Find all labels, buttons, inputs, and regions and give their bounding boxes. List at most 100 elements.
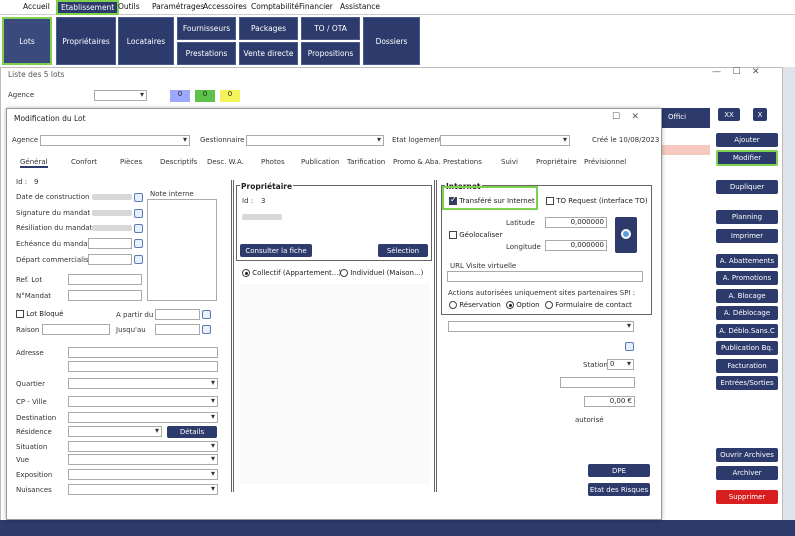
xx-button[interactable]: XX bbox=[718, 108, 740, 121]
tab-photos[interactable]: Photos bbox=[261, 158, 285, 166]
tab-tarification[interactable]: Tarification bbox=[347, 158, 385, 166]
calendar-icon[interactable] bbox=[134, 255, 143, 264]
calendar-icon[interactable] bbox=[202, 310, 211, 319]
longitude-input[interactable]: 0,000000 bbox=[545, 240, 607, 251]
menu-comptabilite[interactable]: Comptabilité bbox=[251, 2, 299, 11]
gestionnaire-select[interactable] bbox=[246, 135, 384, 146]
selected-row[interactable] bbox=[662, 145, 710, 155]
deblo-sans-button[interactable]: A. Déblo.Sans.C bbox=[716, 324, 778, 338]
collectif-radio[interactable]: Collectif (Appartement...) bbox=[242, 269, 341, 277]
tab-promo[interactable]: Promo & Aba. bbox=[393, 158, 441, 166]
situation-select[interactable] bbox=[68, 441, 218, 452]
tab-confort[interactable]: Confort bbox=[71, 158, 97, 166]
quartier-select[interactable] bbox=[68, 378, 218, 389]
publication-button[interactable]: Publication Bq. bbox=[716, 341, 778, 355]
deblocage-button[interactable]: A. Déblocage bbox=[716, 306, 778, 320]
nav-to-ota[interactable]: TO / OTA bbox=[301, 17, 360, 40]
menu-accessoires[interactable]: Accessoires bbox=[203, 2, 247, 11]
raison-input[interactable] bbox=[42, 324, 110, 335]
modifier-button[interactable]: Modifier bbox=[716, 150, 778, 166]
reservation-radio[interactable]: Réservation bbox=[449, 301, 501, 309]
nav-dossiers[interactable]: Dossiers bbox=[363, 17, 420, 65]
tab-proprietaire[interactable]: Propriétaire bbox=[536, 158, 577, 166]
selection-button[interactable]: Sélection bbox=[378, 244, 428, 257]
nav-fournisseurs[interactable]: Fournisseurs bbox=[177, 17, 236, 40]
nav-vente-directe[interactable]: Vente directe bbox=[239, 42, 298, 65]
x-button[interactable]: X bbox=[753, 108, 767, 121]
calendar-icon[interactable] bbox=[134, 239, 143, 248]
adresse-input-1[interactable] bbox=[68, 347, 218, 358]
calendar-icon[interactable] bbox=[134, 193, 143, 202]
dupliquer-button[interactable]: Dupliquer bbox=[716, 180, 778, 194]
imprimer-button[interactable]: Imprimer bbox=[716, 229, 778, 243]
a-partir-du-input[interactable] bbox=[155, 309, 200, 320]
calendar-icon[interactable] bbox=[625, 342, 634, 351]
adresse-input-2[interactable] bbox=[68, 361, 218, 372]
menu-assistance[interactable]: Assistance bbox=[340, 2, 380, 11]
to-request-checkbox[interactable]: TO Request (interface TO) bbox=[546, 197, 648, 205]
modal-controls[interactable]: ☐ ✕ bbox=[612, 112, 639, 122]
abattements-button[interactable]: A. Abattements bbox=[716, 254, 778, 268]
tab-suivi[interactable]: Suivi bbox=[501, 158, 518, 166]
n-mandat-input[interactable] bbox=[68, 290, 142, 301]
consulter-fiche-button[interactable]: Consulter la fiche bbox=[240, 244, 312, 257]
exposition-select[interactable] bbox=[68, 469, 218, 480]
calendar-icon[interactable] bbox=[134, 209, 143, 218]
tab-publication[interactable]: Publication bbox=[301, 158, 339, 166]
tab-previsionnel[interactable]: Prévisionnel bbox=[584, 158, 626, 166]
destination-select[interactable] bbox=[68, 412, 218, 423]
calendar-icon[interactable] bbox=[134, 224, 143, 233]
lot-bloque-checkbox[interactable]: Lot Bloqué bbox=[16, 310, 63, 318]
depart-commercialis-input[interactable] bbox=[88, 254, 132, 265]
transfere-internet-checkbox[interactable]: Transféré sur Internet bbox=[449, 195, 535, 205]
facturation-button[interactable]: Facturation bbox=[716, 359, 778, 373]
option-radio[interactable]: Option bbox=[506, 301, 540, 309]
etat-risques-button[interactable]: Etat des Risques bbox=[588, 483, 650, 496]
entrees-sorties-button[interactable]: Entrées/Sorties bbox=[716, 376, 778, 390]
agence-select[interactable] bbox=[40, 135, 190, 146]
tab-desc-wa[interactable]: Desc. W.A. bbox=[207, 158, 244, 166]
nav-lots[interactable]: Lots bbox=[2, 17, 52, 65]
supprimer-button[interactable]: Supprimer bbox=[716, 490, 778, 504]
url-visite-input[interactable] bbox=[447, 271, 643, 282]
right-input[interactable] bbox=[560, 377, 635, 388]
amount-input[interactable]: 0,00 € bbox=[584, 396, 635, 407]
nav-proprietaires[interactable]: Propriétaires bbox=[56, 17, 116, 65]
ref-lot-input[interactable] bbox=[68, 274, 142, 285]
ajouter-button[interactable]: Ajouter bbox=[716, 133, 778, 147]
dpe-button[interactable]: DPE bbox=[588, 464, 650, 477]
jusquau-input[interactable] bbox=[155, 324, 200, 335]
menu-etablissement[interactable]: Etablissement bbox=[56, 0, 120, 15]
menu-parametrages[interactable]: Paramétrages bbox=[152, 2, 204, 11]
nuisances-select[interactable] bbox=[68, 484, 218, 495]
ouvrir-archives-button[interactable]: Ouvrir Archives bbox=[716, 448, 778, 462]
map-pin-icon[interactable] bbox=[615, 217, 637, 253]
vue-select[interactable] bbox=[68, 454, 218, 465]
planning-button[interactable]: Planning bbox=[716, 210, 778, 224]
echeance-mandat-input[interactable] bbox=[88, 238, 132, 249]
tab-prestations[interactable]: Prestations bbox=[443, 158, 482, 166]
note-interne-textarea[interactable] bbox=[147, 199, 217, 301]
formulaire-radio[interactable]: Formulaire de contact bbox=[545, 301, 632, 309]
cp-ville-select[interactable] bbox=[68, 396, 218, 407]
nav-propositions[interactable]: Propositions bbox=[301, 42, 360, 65]
residence-select[interactable] bbox=[68, 426, 162, 437]
tab-general[interactable]: Général bbox=[20, 158, 48, 168]
nav-locataires[interactable]: Locataires bbox=[118, 17, 174, 65]
details-button[interactable]: Détails bbox=[167, 426, 217, 438]
list-agence-select[interactable] bbox=[94, 90, 147, 101]
archiver-button[interactable]: Archiver bbox=[716, 466, 778, 480]
latitude-input[interactable]: 0,000000 bbox=[545, 217, 607, 228]
window-controls[interactable]: — ☐ ✕ bbox=[712, 67, 760, 77]
nav-packages[interactable]: Packages bbox=[239, 17, 298, 40]
individuel-radio[interactable]: Individuel (Maison...) bbox=[340, 269, 423, 277]
menu-financier[interactable]: Financier bbox=[299, 2, 333, 11]
offici-column[interactable]: Offici bbox=[660, 108, 710, 128]
tab-pieces[interactable]: Pièces bbox=[120, 158, 142, 166]
tab-descriptifs[interactable]: Descriptifs bbox=[160, 158, 197, 166]
calendar-icon[interactable] bbox=[202, 325, 211, 334]
station-select[interactable]: 0 bbox=[607, 359, 634, 370]
etat-logement-select[interactable] bbox=[440, 135, 570, 146]
geolocaliser-checkbox[interactable]: Géolocaliser bbox=[449, 231, 502, 239]
promotions-button[interactable]: A. Promotions bbox=[716, 271, 778, 285]
